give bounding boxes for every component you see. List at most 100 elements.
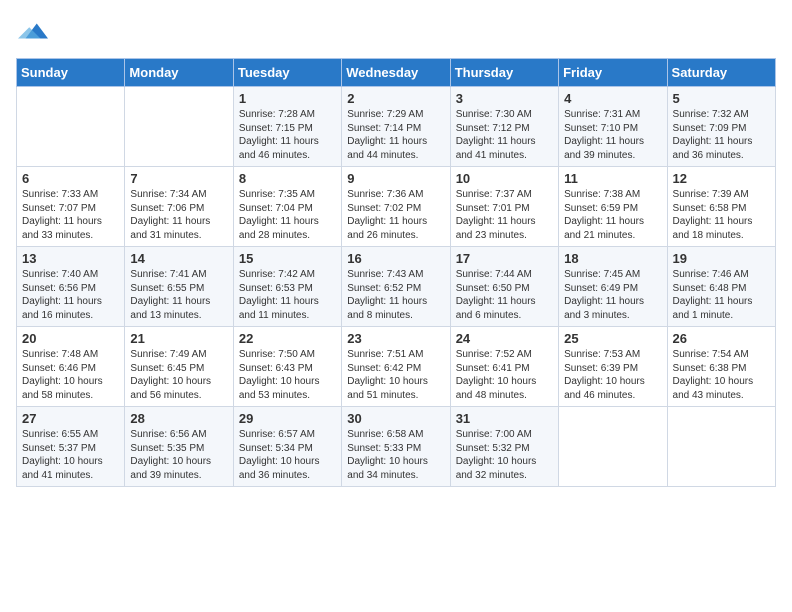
day-number: 21	[130, 331, 227, 346]
day-number: 27	[22, 411, 119, 426]
day-number: 29	[239, 411, 336, 426]
day-number: 6	[22, 171, 119, 186]
calendar-week-row: 1 Sunrise: 7:28 AM Sunset: 7:15 PM Daylig…	[17, 87, 776, 167]
day-info: Sunrise: 7:41 AM Sunset: 6:55 PM Dayligh…	[130, 268, 227, 322]
day-info: Sunrise: 7:31 AM Sunset: 7:10 PM Dayligh…	[564, 108, 661, 162]
calendar-cell: 20 Sunrise: 7:48 AM Sunset: 6:46 PM Dayli…	[17, 327, 125, 407]
calendar-header-row: SundayMondayTuesdayWednesdayThursdayFrid…	[17, 59, 776, 87]
calendar-cell: 5 Sunrise: 7:32 AM Sunset: 7:09 PM Daylig…	[667, 87, 775, 167]
day-number: 14	[130, 251, 227, 266]
calendar-table: SundayMondayTuesdayWednesdayThursdayFrid…	[16, 58, 776, 487]
calendar-cell: 7 Sunrise: 7:34 AM Sunset: 7:06 PM Daylig…	[125, 167, 233, 247]
day-number: 3	[456, 91, 553, 106]
calendar-cell: 6 Sunrise: 7:33 AM Sunset: 7:07 PM Daylig…	[17, 167, 125, 247]
calendar-cell: 16Sunrise: 7:43 AM Sunset: 6:52 PM Dayli…	[342, 247, 450, 327]
day-info: Sunrise: 6:58 AM Sunset: 5:33 PM Dayligh…	[347, 428, 444, 482]
calendar-cell: 22Sunrise: 7:50 AM Sunset: 6:43 PM Dayli…	[233, 327, 341, 407]
calendar-cell: 29 Sunrise: 6:57 AM Sunset: 5:34 PM Dayli…	[233, 407, 341, 487]
calendar-cell: 31Sunrise: 7:00 AM Sunset: 5:32 PM Dayli…	[450, 407, 558, 487]
day-number: 13	[22, 251, 119, 266]
calendar-cell: 11 Sunrise: 7:38 AM Sunset: 6:59 PM Dayli…	[559, 167, 667, 247]
calendar-cell: 24Sunrise: 7:52 AM Sunset: 6:41 PM Dayli…	[450, 327, 558, 407]
day-info: Sunrise: 7:30 AM Sunset: 7:12 PM Dayligh…	[456, 108, 553, 162]
calendar-cell: 23 Sunrise: 7:51 AM Sunset: 6:42 PM Dayli…	[342, 327, 450, 407]
calendar-cell: 14 Sunrise: 7:41 AM Sunset: 6:55 PM Dayli…	[125, 247, 233, 327]
calendar-cell	[17, 87, 125, 167]
day-info: Sunrise: 7:34 AM Sunset: 7:06 PM Dayligh…	[130, 188, 227, 242]
day-number: 28	[130, 411, 227, 426]
day-info: Sunrise: 7:46 AM Sunset: 6:48 PM Dayligh…	[673, 268, 770, 322]
day-number: 26	[673, 331, 770, 346]
day-info: Sunrise: 7:35 AM Sunset: 7:04 PM Dayligh…	[239, 188, 336, 242]
day-info: Sunrise: 6:55 AM Sunset: 5:37 PM Dayligh…	[22, 428, 119, 482]
calendar-cell	[125, 87, 233, 167]
day-info: Sunrise: 7:50 AM Sunset: 6:43 PM Dayligh…	[239, 348, 336, 402]
calendar-cell: 19 Sunrise: 7:46 AM Sunset: 6:48 PM Dayli…	[667, 247, 775, 327]
calendar-cell: 26 Sunrise: 7:54 AM Sunset: 6:38 PM Dayli…	[667, 327, 775, 407]
weekday-header: Saturday	[667, 59, 775, 87]
calendar-cell: 8 Sunrise: 7:35 AM Sunset: 7:04 PM Daylig…	[233, 167, 341, 247]
day-number: 19	[673, 251, 770, 266]
day-number: 23	[347, 331, 444, 346]
calendar-cell: 1 Sunrise: 7:28 AM Sunset: 7:15 PM Daylig…	[233, 87, 341, 167]
day-info: Sunrise: 7:28 AM Sunset: 7:15 PM Dayligh…	[239, 108, 336, 162]
logo	[16, 16, 48, 46]
day-number: 9	[347, 171, 444, 186]
calendar-cell: 15 Sunrise: 7:42 AM Sunset: 6:53 PM Dayli…	[233, 247, 341, 327]
day-info: Sunrise: 7:37 AM Sunset: 7:01 PM Dayligh…	[456, 188, 553, 242]
calendar-week-row: 20 Sunrise: 7:48 AM Sunset: 6:46 PM Dayli…	[17, 327, 776, 407]
day-info: Sunrise: 7:44 AM Sunset: 6:50 PM Dayligh…	[456, 268, 553, 322]
weekday-header: Thursday	[450, 59, 558, 87]
calendar-week-row: 27 Sunrise: 6:55 AM Sunset: 5:37 PM Dayli…	[17, 407, 776, 487]
day-info: Sunrise: 7:33 AM Sunset: 7:07 PM Dayligh…	[22, 188, 119, 242]
day-number: 8	[239, 171, 336, 186]
day-number: 15	[239, 251, 336, 266]
calendar-cell	[559, 407, 667, 487]
calendar-cell: 10Sunrise: 7:37 AM Sunset: 7:01 PM Dayli…	[450, 167, 558, 247]
day-info: Sunrise: 7:42 AM Sunset: 6:53 PM Dayligh…	[239, 268, 336, 322]
day-info: Sunrise: 7:39 AM Sunset: 6:58 PM Dayligh…	[673, 188, 770, 242]
weekday-header: Monday	[125, 59, 233, 87]
day-number: 16	[347, 251, 444, 266]
day-info: Sunrise: 7:51 AM Sunset: 6:42 PM Dayligh…	[347, 348, 444, 402]
day-info: Sunrise: 7:40 AM Sunset: 6:56 PM Dayligh…	[22, 268, 119, 322]
day-info: Sunrise: 6:57 AM Sunset: 5:34 PM Dayligh…	[239, 428, 336, 482]
calendar-cell: 21 Sunrise: 7:49 AM Sunset: 6:45 PM Dayli…	[125, 327, 233, 407]
calendar-cell: 30 Sunrise: 6:58 AM Sunset: 5:33 PM Dayli…	[342, 407, 450, 487]
calendar-cell: 3 Sunrise: 7:30 AM Sunset: 7:12 PM Daylig…	[450, 87, 558, 167]
day-number: 25	[564, 331, 661, 346]
day-number: 4	[564, 91, 661, 106]
day-number: 20	[22, 331, 119, 346]
day-info: Sunrise: 7:48 AM Sunset: 6:46 PM Dayligh…	[22, 348, 119, 402]
weekday-header: Sunday	[17, 59, 125, 87]
day-info: Sunrise: 7:29 AM Sunset: 7:14 PM Dayligh…	[347, 108, 444, 162]
day-number: 18	[564, 251, 661, 266]
weekday-header: Friday	[559, 59, 667, 87]
day-info: Sunrise: 7:36 AM Sunset: 7:02 PM Dayligh…	[347, 188, 444, 242]
calendar-cell: 18 Sunrise: 7:45 AM Sunset: 6:49 PM Dayli…	[559, 247, 667, 327]
day-info: Sunrise: 7:49 AM Sunset: 6:45 PM Dayligh…	[130, 348, 227, 402]
day-number: 2	[347, 91, 444, 106]
day-number: 24	[456, 331, 553, 346]
day-info: Sunrise: 7:00 AM Sunset: 5:32 PM Dayligh…	[456, 428, 553, 482]
calendar-cell: 28Sunrise: 6:56 AM Sunset: 5:35 PM Dayli…	[125, 407, 233, 487]
weekday-header: Wednesday	[342, 59, 450, 87]
calendar-week-row: 6 Sunrise: 7:33 AM Sunset: 7:07 PM Daylig…	[17, 167, 776, 247]
day-number: 30	[347, 411, 444, 426]
day-number: 1	[239, 91, 336, 106]
calendar-cell: 13 Sunrise: 7:40 AM Sunset: 6:56 PM Dayli…	[17, 247, 125, 327]
day-number: 12	[673, 171, 770, 186]
calendar-cell: 25Sunrise: 7:53 AM Sunset: 6:39 PM Dayli…	[559, 327, 667, 407]
day-number: 7	[130, 171, 227, 186]
day-info: Sunrise: 7:45 AM Sunset: 6:49 PM Dayligh…	[564, 268, 661, 322]
weekday-header: Tuesday	[233, 59, 341, 87]
calendar-cell: 17Sunrise: 7:44 AM Sunset: 6:50 PM Dayli…	[450, 247, 558, 327]
day-number: 11	[564, 171, 661, 186]
day-number: 5	[673, 91, 770, 106]
calendar-cell: 27 Sunrise: 6:55 AM Sunset: 5:37 PM Dayli…	[17, 407, 125, 487]
day-info: Sunrise: 7:32 AM Sunset: 7:09 PM Dayligh…	[673, 108, 770, 162]
page-header	[16, 16, 776, 46]
day-info: Sunrise: 7:38 AM Sunset: 6:59 PM Dayligh…	[564, 188, 661, 242]
day-info: Sunrise: 7:54 AM Sunset: 6:38 PM Dayligh…	[673, 348, 770, 402]
calendar-cell: 2 Sunrise: 7:29 AM Sunset: 7:14 PM Daylig…	[342, 87, 450, 167]
